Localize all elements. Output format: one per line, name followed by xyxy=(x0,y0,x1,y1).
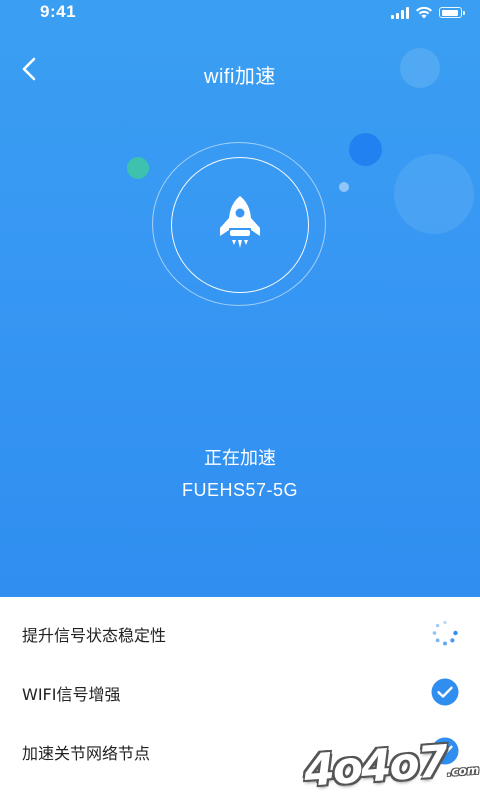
signal-icon xyxy=(391,6,409,19)
task-item: WIFI信号增强 xyxy=(0,662,480,720)
wifi-icon xyxy=(416,6,432,19)
rocket-icon xyxy=(220,196,260,248)
decor-bubble-green xyxy=(127,157,149,179)
task-item: 提升信号状态稳定性 xyxy=(0,603,480,661)
site-watermark: 4o4o7.com xyxy=(302,730,480,800)
check-circle-icon xyxy=(431,678,459,706)
decor-bubble xyxy=(349,133,382,166)
decor-bubble xyxy=(400,48,440,88)
accelerating-status: 正在加速 xyxy=(204,448,276,469)
task-label: 加速关节网络节点 xyxy=(22,744,151,763)
hero-panel: 9:41 wifi加速 正在加速 FUEHS57-5G xyxy=(0,0,480,597)
status-icons xyxy=(391,6,465,19)
decor-bubble xyxy=(339,182,349,192)
status-time: 9:41 xyxy=(40,2,77,21)
status-bar: 9:41 xyxy=(0,0,480,26)
decor-bubble xyxy=(394,154,474,234)
watermark-suffix: .com xyxy=(446,762,480,779)
task-label: 提升信号状态稳定性 xyxy=(22,626,167,645)
wifi-accelerate-screen: 9:41 wifi加速 正在加速 FUEHS57-5G 提升信号状态稳定性 WI… xyxy=(0,0,480,800)
loading-spinner-icon xyxy=(432,620,458,646)
battery-icon xyxy=(439,7,465,18)
watermark-text: 4o4o7 xyxy=(302,736,448,797)
wifi-ssid: FUEHS57-5G xyxy=(181,480,299,500)
task-label: WIFI信号增强 xyxy=(22,685,121,704)
